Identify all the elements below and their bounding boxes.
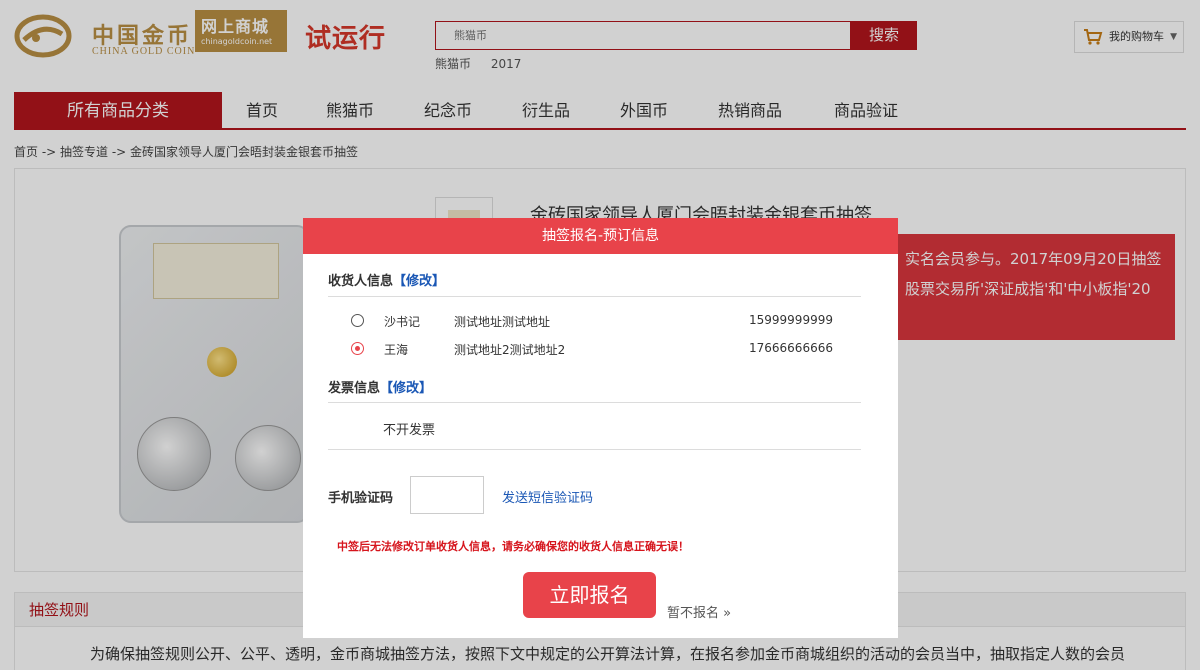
address-option[interactable]: 王海 测试地址2测试地址2 17666666666 [351,340,851,360]
address-option[interactable]: 沙书记 测试地址测试地址 15999999999 [351,312,851,332]
divider [328,296,861,297]
lottery-signup-modal: 抽签报名-预订信息 收货人信息【修改】 沙书记 测试地址测试地址 1599999… [303,218,898,638]
consignee-phone: 17666666666 [749,341,833,355]
consignee-address: 测试地址测试地址 [454,315,551,329]
invoice-section-title: 发票信息【修改】 [328,377,432,396]
signup-now-button[interactable]: 立即报名 [523,572,656,618]
consignee-name: 沙书记 [384,315,421,329]
address-radio[interactable] [351,314,364,327]
send-sms-code-link[interactable]: 发送短信验证码 [502,487,593,506]
edit-consignee-link[interactable]: 【修改】 [393,274,445,289]
modal-title: 抽签报名-预订信息 [303,218,898,254]
consignee-title: 收货人信息 [328,274,394,289]
warning-message: 中签后无法修改订单收货人信息，请务必确保您的收货人信息正确无误！ [337,540,689,553]
edit-invoice-link[interactable]: 【修改】 [380,381,432,396]
sms-code-input[interactable] [410,476,484,514]
sms-code-label: 手机验证码 [328,491,394,506]
consignee-name: 王海 [384,343,409,357]
skip-signup-link[interactable]: 暂不报名 » [667,602,731,621]
address-radio-selected[interactable] [351,342,364,355]
consignee-phone: 15999999999 [749,313,833,327]
consignee-address: 测试地址2测试地址2 [454,343,566,357]
divider [328,402,861,403]
divider [328,449,861,450]
invoice-title: 发票信息 [328,381,381,396]
invoice-value: 不开发票 [383,423,436,438]
consignee-section-title: 收货人信息【修改】 [328,270,445,289]
